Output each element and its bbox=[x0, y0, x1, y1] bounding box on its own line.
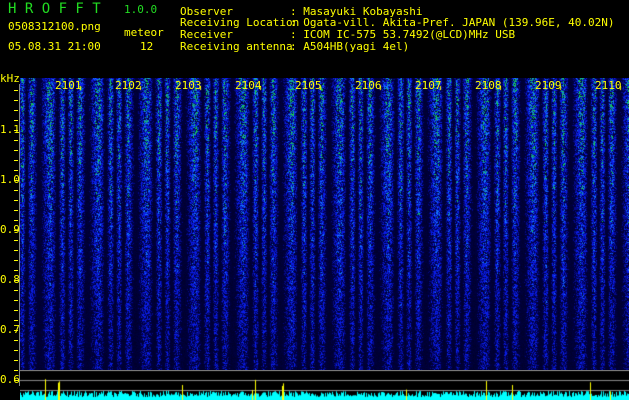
time-label: 2108 bbox=[475, 79, 502, 92]
y-minor-tick bbox=[14, 380, 18, 381]
app-title: H R O F F T bbox=[8, 1, 101, 17]
y-minor-tick bbox=[14, 240, 18, 241]
y-minor-tick bbox=[14, 110, 18, 111]
time-label: 2102 bbox=[115, 79, 142, 92]
time-label: 2109 bbox=[535, 79, 562, 92]
y-minor-tick bbox=[14, 280, 18, 281]
y-minor-tick bbox=[14, 150, 18, 151]
y-minor-tick bbox=[14, 270, 18, 271]
y-minor-tick bbox=[14, 190, 18, 191]
time-label: 2106 bbox=[355, 79, 382, 92]
time-label: 2103 bbox=[175, 79, 202, 92]
y-minor-tick bbox=[14, 220, 18, 221]
file-datetime: 05.08.31 21:00 bbox=[8, 40, 101, 53]
y-minor-tick bbox=[14, 250, 18, 251]
y-minor-tick bbox=[14, 230, 18, 231]
file-name: 0508312100.png bbox=[8, 20, 101, 33]
y-minor-tick bbox=[14, 340, 18, 341]
y-minor-tick bbox=[14, 170, 18, 171]
location-label: Receiving Location bbox=[180, 16, 300, 29]
meteor-label: meteor bbox=[124, 26, 164, 39]
y-minor-tick bbox=[14, 160, 18, 161]
app-version: 1.0.0 bbox=[124, 3, 158, 16]
time-label: 2101 bbox=[55, 79, 82, 92]
antenna-label: Receiving antenna bbox=[180, 40, 293, 53]
y-minor-tick bbox=[14, 310, 18, 311]
time-label: 2104 bbox=[235, 79, 262, 92]
location-value: : Ogata-vill. Akita-Pref. JAPAN (139.96E… bbox=[290, 16, 615, 29]
y-minor-tick bbox=[14, 210, 18, 211]
time-label: 2110 bbox=[595, 79, 622, 92]
meteor-activity-panel bbox=[20, 370, 629, 400]
y-axis-unit: kHz bbox=[0, 72, 20, 85]
y-minor-tick bbox=[14, 300, 18, 301]
time-label: 2105 bbox=[295, 79, 322, 92]
y-minor-tick bbox=[14, 200, 18, 201]
y-minor-tick bbox=[14, 360, 18, 361]
y-minor-tick bbox=[14, 320, 18, 321]
y-minor-tick bbox=[14, 350, 18, 351]
time-label: 2107 bbox=[415, 79, 442, 92]
y-minor-tick bbox=[14, 90, 18, 91]
antenna-value: : A504HB(yagi 4el) bbox=[290, 40, 410, 53]
y-minor-tick bbox=[14, 120, 18, 121]
y-minor-tick bbox=[14, 260, 18, 261]
y-minor-tick bbox=[14, 130, 18, 131]
y-minor-tick bbox=[14, 330, 18, 331]
spectrogram bbox=[20, 78, 629, 370]
y-minor-tick bbox=[14, 370, 18, 371]
y-minor-tick bbox=[14, 140, 18, 141]
y-minor-tick bbox=[14, 100, 18, 101]
receiver-value: : ICOM IC-575 53.7492(@LCD)MHz USB bbox=[290, 28, 516, 41]
y-minor-tick bbox=[14, 180, 18, 181]
meteor-count: 12 bbox=[140, 40, 154, 53]
y-minor-tick bbox=[14, 290, 18, 291]
receiver-label: Receiver bbox=[180, 28, 233, 41]
